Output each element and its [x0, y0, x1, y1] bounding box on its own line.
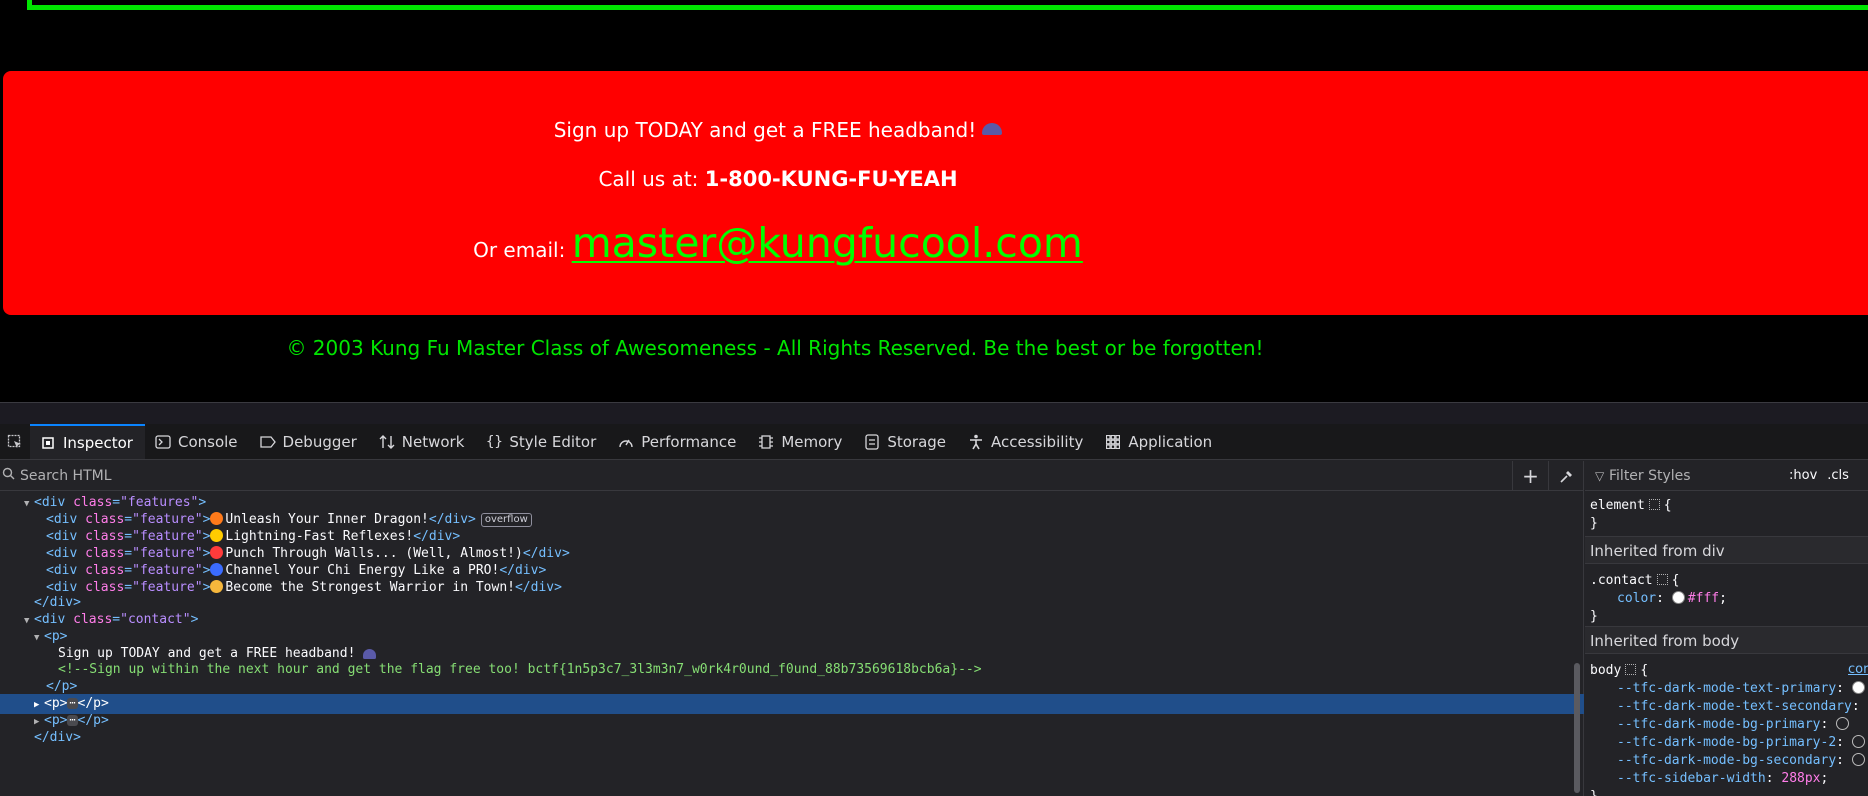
- color-declaration[interactable]: color: #fff;: [1590, 590, 1727, 608]
- flexed-biceps-emoji-icon: [210, 580, 224, 593]
- tab-accessibility[interactable]: Accessibility: [958, 424, 1095, 459]
- signup-text: Sign up TODAY and get a FREE headband!: [0, 118, 1868, 142]
- contact-rule[interactable]: .contact{: [1590, 572, 1679, 590]
- grid-icon: [1656, 574, 1668, 585]
- tab-application[interactable]: Application: [1095, 424, 1224, 459]
- custom-property-declaration[interactable]: --tfc-dark-mode-bg-secondary:: [1590, 752, 1868, 770]
- overflow-badge[interactable]: overflow: [480, 513, 532, 527]
- markup-scrollbar[interactable]: [1574, 663, 1580, 793]
- devtools-top-edge: [0, 416, 1868, 424]
- tab-memory[interactable]: Memory: [748, 424, 854, 459]
- tab-label: Application: [1128, 432, 1213, 451]
- page-viewport: Sign up TODAY and get a FREE headband! C…: [0, 0, 1868, 402]
- devtools-tabbar: Inspector Console Debugger Network {} Style E…: [0, 424, 1868, 460]
- tab-label: Network: [401, 432, 465, 451]
- custom-property-declaration[interactable]: --tfc-sidebar-width: 288px;: [1590, 770, 1828, 788]
- phone-number: 1-800-KUNG-FU-YEAH: [704, 167, 958, 191]
- email-line: Or email: master@kungfucool.com: [0, 219, 1868, 267]
- search-icon: [2, 467, 20, 484]
- cap-icon: [982, 123, 1003, 135]
- lightning-emoji-icon: [210, 529, 224, 542]
- email-link[interactable]: master@kungfucool.com: [572, 219, 1083, 267]
- collision-emoji-icon: [210, 546, 224, 559]
- filter-styles-input[interactable]: [1609, 467, 1789, 484]
- grid-icon: [1625, 664, 1637, 675]
- tab-label: Debugger: [282, 432, 357, 451]
- copyright: © 2003 Kung Fu Master Class of Awesomene…: [286, 336, 1264, 360]
- tab-performance[interactable]: Performance: [608, 424, 748, 459]
- storage-icon: [864, 433, 880, 450]
- eyedropper-icon[interactable]: [1548, 460, 1584, 491]
- rule-close: }: [1590, 609, 1598, 624]
- call-label: Call us at:: [598, 167, 699, 191]
- application-icon: [1105, 434, 1121, 450]
- tab-label: Style Editor: [509, 432, 597, 451]
- email-label: Or email:: [473, 238, 566, 262]
- call-line: Call us at: 1-800-KUNG-FU-YEAH: [0, 167, 1868, 191]
- tab-label: Storage: [887, 432, 947, 451]
- accessibility-icon: [968, 434, 984, 450]
- cyclone-emoji-icon: [210, 563, 224, 576]
- element-rule[interactable]: element{: [1590, 497, 1672, 515]
- hov-toggle[interactable]: :hov: [1789, 468, 1817, 483]
- console-icon: [155, 434, 171, 450]
- rule-source-link[interactable]: cor: [1848, 662, 1868, 677]
- tab-debugger[interactable]: Debugger: [250, 424, 369, 459]
- html-panel: + ▼<div class="features"> <div class="fe…: [0, 460, 1584, 796]
- inherited-div-header: Inherited from div: [1585, 536, 1868, 564]
- inspector-icon: [40, 435, 56, 451]
- memory-icon: [758, 434, 774, 450]
- tab-console[interactable]: Console: [145, 424, 250, 459]
- tab-label: Console: [177, 432, 238, 451]
- collapsed-ellipsis[interactable]: ⋯: [67, 715, 78, 726]
- devtools-splitter[interactable]: [0, 402, 1868, 416]
- search-html-input[interactable]: [20, 467, 1512, 484]
- fire-emoji-icon: [210, 512, 224, 525]
- filter-icon: ▽: [1595, 468, 1605, 483]
- collapsed-ellipsis[interactable]: ⋯: [67, 698, 78, 709]
- rules-panel: ▽ :hov .cls element{ } Inherited from di…: [1585, 461, 1868, 796]
- tab-label: Accessibility: [991, 432, 1084, 451]
- features-border: [27, 0, 1868, 10]
- color-swatch-icon[interactable]: [1836, 717, 1850, 730]
- tab-label: Performance: [641, 432, 737, 451]
- contact-section: Sign up TODAY and get a FREE headband! C…: [3, 71, 1868, 315]
- markup-line[interactable]: </div>: [0, 728, 1584, 748]
- tab-storage[interactable]: Storage: [854, 424, 958, 459]
- style-editor-icon: {}: [485, 433, 503, 450]
- signup-label: Sign up TODAY and get a FREE headband!: [553, 118, 977, 142]
- rule-close: }: [1590, 516, 1598, 531]
- body-rule[interactable]: body{: [1590, 662, 1648, 680]
- debugger-icon: [259, 434, 276, 450]
- devtools-panel: Inspector Console Debugger Network {} Style E…: [0, 416, 1868, 796]
- performance-icon: [618, 434, 634, 450]
- element-picker-icon[interactable]: [0, 424, 30, 459]
- custom-property-declaration[interactable]: --tfc-dark-mode-text-primary:: [1590, 680, 1868, 698]
- tab-label: Inspector: [63, 433, 133, 452]
- rule-close: }: [1590, 788, 1598, 796]
- markup-view: ▼ <div class="features"> <div class="feat…: [0, 493, 1584, 796]
- tab-network[interactable]: Network: [369, 424, 477, 459]
- filter-styles-bar: ▽ :hov .cls: [1585, 461, 1868, 491]
- tab-label: Memory: [781, 432, 843, 451]
- color-swatch-icon[interactable]: [1851, 735, 1865, 748]
- custom-property-declaration[interactable]: --tfc-dark-mode-bg-primary:: [1590, 716, 1852, 734]
- html-search-bar: +: [0, 460, 1584, 491]
- inherited-body-header: Inherited from body: [1585, 626, 1868, 654]
- custom-property-declaration[interactable]: --tfc-dark-mode-bg-primary-2:: [1590, 734, 1868, 752]
- network-icon: [379, 434, 395, 450]
- custom-property-declaration[interactable]: --tfc-dark-mode-text-secondary:: [1590, 698, 1867, 716]
- cap-icon: [363, 649, 377, 659]
- color-swatch-icon[interactable]: [1851, 753, 1865, 766]
- tab-style-editor[interactable]: {} Style Editor: [476, 424, 608, 459]
- tab-inspector[interactable]: Inspector: [30, 424, 145, 459]
- color-swatch-icon[interactable]: [1671, 591, 1685, 604]
- add-node-button[interactable]: +: [1512, 460, 1548, 491]
- color-swatch-icon[interactable]: [1851, 681, 1865, 694]
- cls-toggle[interactable]: .cls: [1827, 468, 1849, 483]
- grid-icon: [1648, 499, 1660, 510]
